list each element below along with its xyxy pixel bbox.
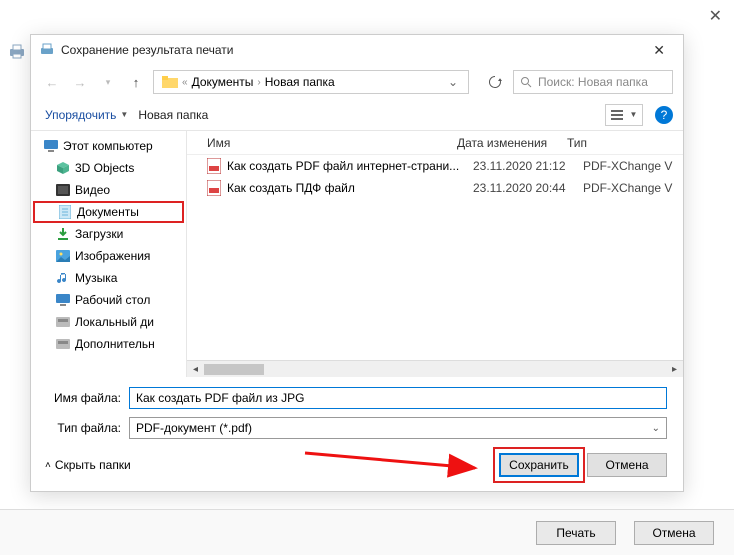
print-button[interactable]: Печать <box>536 521 616 545</box>
forward-button[interactable]: → <box>69 71 91 93</box>
breadcrumb-dropdown-icon[interactable]: ⌄ <box>442 75 464 89</box>
tree-pictures[interactable]: Изображения <box>31 245 186 267</box>
tree-documents[interactable]: Документы <box>33 201 184 223</box>
tree-desktop[interactable]: Рабочий стол <box>31 289 186 311</box>
tree-downloads[interactable]: Загрузки <box>31 223 186 245</box>
video-icon <box>55 182 71 198</box>
breadcrumb-documents[interactable]: Документы <box>188 75 258 89</box>
search-placeholder: Поиск: Новая папка <box>538 75 648 89</box>
col-name[interactable]: Имя <box>207 136 457 150</box>
document-icon <box>57 204 73 220</box>
file-pane: Имя Дата изменения Тип Как создать PDF ф… <box>187 131 683 377</box>
chevron-up-icon: ˄ <box>45 460 51 471</box>
toolbar: Упорядочить▼ Новая папка ▼ ? <box>31 99 683 131</box>
tree-videos[interactable]: Видео <box>31 179 186 201</box>
scroll-left-icon[interactable]: ◂ <box>187 361 204 378</box>
cancel-button[interactable]: Отмена <box>587 453 667 477</box>
col-date[interactable]: Дата изменения <box>457 136 567 150</box>
tree-3d-objects[interactable]: 3D Objects <box>31 157 186 179</box>
parent-cancel-button[interactable]: Отмена <box>634 521 714 545</box>
form-area: Имя файла: Тип файла: PDF-документ (*.pd… <box>31 377 683 451</box>
music-icon <box>55 270 71 286</box>
scroll-right-icon[interactable]: ▸ <box>666 361 683 378</box>
file-row[interactable]: Как создать ПДФ файл 23.11.2020 20:44 PD… <box>187 177 683 199</box>
download-icon <box>55 226 71 242</box>
parent-footer: Печать Отмена <box>0 509 734 555</box>
filetype-label: Тип файла: <box>47 421 129 435</box>
view-button[interactable]: ▼ <box>605 104 643 126</box>
pdf-file-icon <box>207 180 223 196</box>
new-folder-button[interactable]: Новая папка <box>134 99 212 130</box>
hide-folders-toggle[interactable]: ˄ Скрыть папки <box>45 458 131 472</box>
search-input[interactable]: Поиск: Новая папка <box>513 70 673 94</box>
view-icon <box>611 110 623 120</box>
nav-tree: Этот компьютер 3D Objects Видео Документ… <box>31 131 187 377</box>
pdf-file-icon <box>207 158 223 174</box>
up-button[interactable]: ↑ <box>125 71 147 93</box>
picture-icon <box>55 248 71 264</box>
recent-dropdown[interactable]: ▾ <box>97 71 119 93</box>
tree-this-pc[interactable]: Этот компьютер <box>31 135 186 157</box>
pc-icon <box>43 138 59 154</box>
folder-icon <box>162 75 178 89</box>
save-dialog: Сохранение результата печати ✕ ← → ▾ ↑ «… <box>30 34 684 492</box>
dialog-footer: ˄ Скрыть папки Сохранить Отмена <box>31 451 683 487</box>
scroll-thumb[interactable] <box>204 364 264 375</box>
drive-icon <box>55 336 71 352</box>
back-button[interactable]: ← <box>41 71 63 93</box>
tree-extra-drive[interactable]: Дополнительн <box>31 333 186 355</box>
chevron-down-icon: ⌄ <box>652 423 660 434</box>
title-bar: Сохранение результата печати ✕ <box>31 35 683 65</box>
breadcrumb[interactable]: « Документы › Новая папка ⌄ <box>153 70 469 94</box>
breadcrumb-newfolder[interactable]: Новая папка <box>261 75 339 89</box>
help-button[interactable]: ? <box>655 106 673 124</box>
filename-label: Имя файла: <box>47 391 129 405</box>
parent-close-button[interactable]: ✕ <box>709 6 722 26</box>
printer-icon <box>8 42 26 60</box>
column-headers: Имя Дата изменения Тип <box>187 131 683 155</box>
nav-bar: ← → ▾ ↑ « Документы › Новая папка ⌄ Поис… <box>31 65 683 99</box>
chevron-down-icon: ▼ <box>120 110 128 119</box>
col-type[interactable]: Тип <box>567 136 683 150</box>
close-button[interactable]: ✕ <box>643 42 675 59</box>
drive-icon <box>55 314 71 330</box>
save-button[interactable]: Сохранить <box>499 453 579 477</box>
app-icon <box>39 42 55 58</box>
filename-input[interactable] <box>129 387 667 409</box>
tree-local-disk[interactable]: Локальный ди <box>31 311 186 333</box>
cube-icon <box>55 160 71 176</box>
refresh-button[interactable] <box>483 70 507 94</box>
filetype-select[interactable]: PDF-документ (*.pdf) ⌄ <box>129 417 667 439</box>
file-row[interactable]: Как создать PDF файл интернет-страни... … <box>187 155 683 177</box>
desktop-icon <box>55 292 71 308</box>
organize-button[interactable]: Упорядочить▼ <box>41 99 132 130</box>
chevron-down-icon: ▼ <box>630 110 638 119</box>
dialog-title: Сохранение результата печати <box>61 43 643 57</box>
horizontal-scrollbar[interactable]: ◂ ▸ <box>187 360 683 377</box>
search-icon <box>520 76 532 88</box>
tree-music[interactable]: Музыка <box>31 267 186 289</box>
